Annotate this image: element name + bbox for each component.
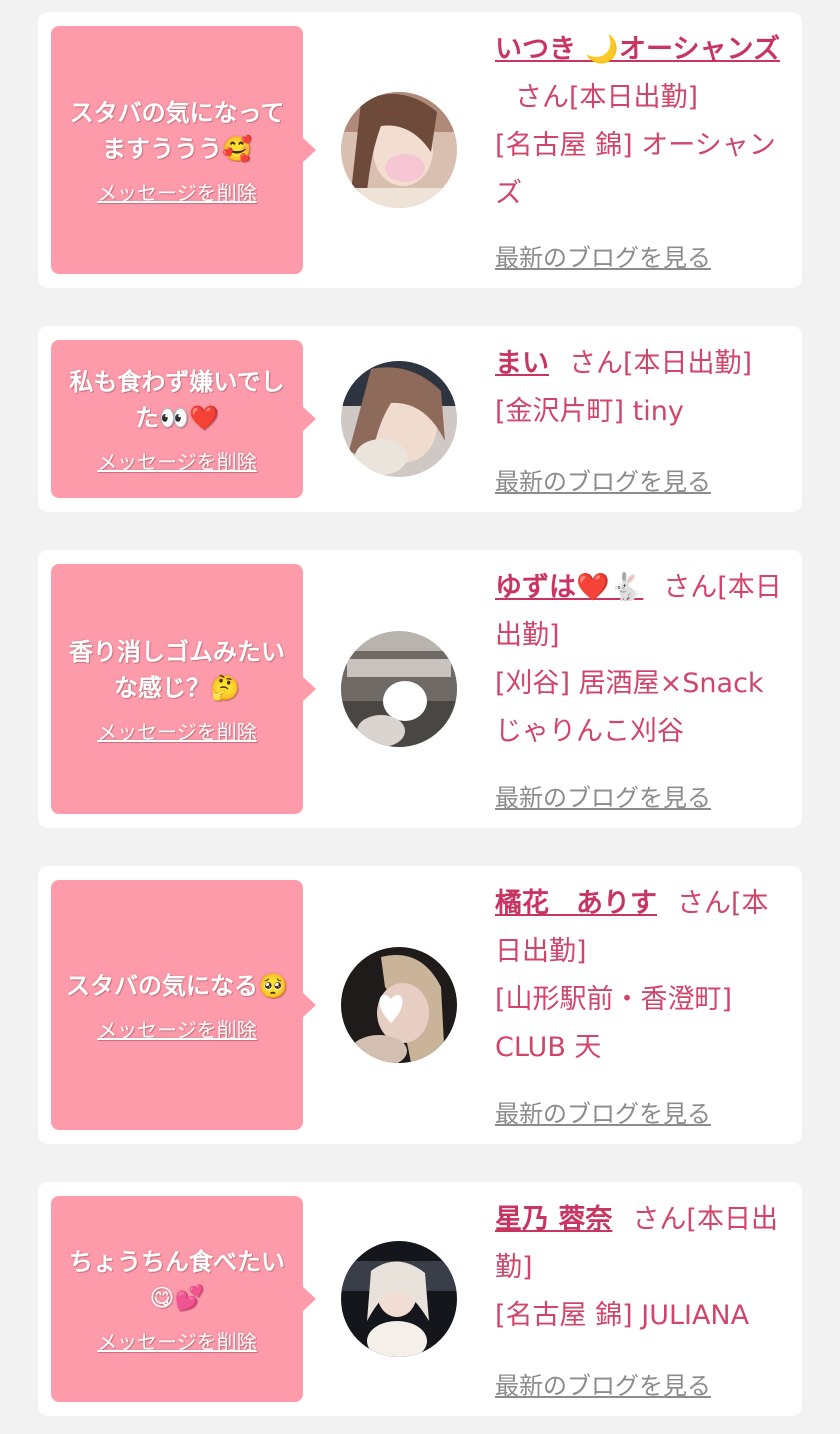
message-list: スタバの気になってますううう🥰 メッセージを削除 いつき 🌙オーシャンズさん[本…: [0, 0, 840, 1434]
avatar[interactable]: [341, 1241, 457, 1357]
message-bubble: スタバの気になる🥺 メッセージを削除: [51, 880, 316, 1130]
message-bubble: 香り消しゴムみたいな感じ？🤔 メッセージを削除: [51, 564, 316, 814]
message-card: スタバの気になってますううう🥰 メッセージを削除 いつき 🌙オーシャンズさん[本…: [38, 12, 802, 288]
cast-name-link[interactable]: いつき 🌙オーシャンズ: [495, 34, 780, 65]
cast-status: さん[本日出勤]: [569, 348, 753, 379]
message-bubble: スタバの気になってますううう🥰 メッセージを削除: [51, 26, 316, 274]
latest-blog-link[interactable]: 最新のブログを見る: [495, 1366, 711, 1401]
shop-name: [名古屋 錦] オーシャンズ: [495, 130, 776, 209]
avatar[interactable]: [341, 361, 457, 477]
cast-name-link[interactable]: まい: [495, 348, 549, 379]
profile-info: 星乃 蓉奈 さん[本日出勤] [名古屋 錦] JULIANA: [495, 1196, 795, 1340]
message-card: 香り消しゴムみたいな感じ？🤔 メッセージを削除 ゆずは❤️🐇 さん[本日出勤] […: [38, 550, 802, 828]
delete-message-link[interactable]: メッセージを削除: [97, 177, 257, 206]
message-card: スタバの気になる🥺 メッセージを削除 橘花 ありす さん[本日出勤] [山形駅前・…: [38, 866, 802, 1144]
cast-name-link[interactable]: 橘花 ありす: [495, 888, 657, 919]
message-bubble: 私も食わず嫌いでした👀❤️ メッセージを削除: [51, 340, 316, 498]
girl-photo-icon: [341, 361, 457, 477]
shop-name: [名古屋 錦] JULIANA: [495, 1300, 750, 1331]
message-text: スタバの気になってますううう🥰: [69, 98, 285, 163]
message-text: ちょうちん食べたい😋💕: [69, 1247, 285, 1312]
cast-name-link[interactable]: ゆずは❤️🐇: [495, 572, 643, 603]
avatar[interactable]: [341, 631, 457, 747]
message-text: スタバの気になる🥺: [66, 971, 288, 1000]
message-card: ちょうちん食べたい😋💕 メッセージを削除 星乃 蓉奈 さん[本日出勤] [名古屋 …: [38, 1182, 802, 1416]
profile-info: ゆずは❤️🐇 さん[本日出勤] [刈谷] 居酒屋×Snack じゃりんこ刈谷: [495, 564, 795, 756]
delete-message-link[interactable]: メッセージを削除: [97, 446, 257, 475]
profile-info: いつき 🌙オーシャンズさん[本日出勤] [名古屋 錦] オーシャンズ: [495, 26, 795, 218]
message-card: 私も食わず嫌いでした👀❤️ メッセージを削除 まい さん[本日出勤] [金沢片町]…: [38, 326, 802, 512]
delete-message-link[interactable]: メッセージを削除: [97, 1014, 257, 1043]
latest-blog-link[interactable]: 最新のブログを見る: [495, 1094, 711, 1129]
message-text: 私も食わず嫌いでした👀❤️: [69, 367, 285, 432]
profile-info: まい さん[本日出勤] [金沢片町] tiny: [495, 340, 795, 436]
girl-photo-icon: [341, 947, 457, 1063]
avatar[interactable]: [341, 92, 457, 208]
message-text: 香り消しゴムみたいな感じ？🤔: [69, 637, 285, 702]
cast-name-link[interactable]: 星乃 蓉奈: [495, 1204, 612, 1235]
girl-photo-icon: [341, 1241, 457, 1357]
cast-status: さん[本日出勤]: [515, 82, 699, 113]
delete-message-link[interactable]: メッセージを削除: [97, 716, 257, 745]
message-bubble: ちょうちん食べたい😋💕 メッセージを削除: [51, 1196, 316, 1402]
bus-photo-icon: [341, 631, 457, 747]
profile-info: 橘花 ありす さん[本日出勤] [山形駅前・香澄町] CLUB 天: [495, 880, 795, 1072]
shop-name: [山形駅前・香澄町] CLUB 天: [495, 984, 733, 1063]
latest-blog-link[interactable]: 最新のブログを見る: [495, 238, 711, 273]
shop-name: [金沢片町] tiny: [495, 396, 684, 427]
latest-blog-link[interactable]: 最新のブログを見る: [495, 462, 711, 497]
avatar[interactable]: [341, 947, 457, 1063]
shop-name: [刈谷] 居酒屋×Snack じゃりんこ刈谷: [495, 668, 764, 747]
latest-blog-link[interactable]: 最新のブログを見る: [495, 778, 711, 813]
girl-photo-icon: [341, 92, 457, 208]
delete-message-link[interactable]: メッセージを削除: [97, 1326, 257, 1355]
